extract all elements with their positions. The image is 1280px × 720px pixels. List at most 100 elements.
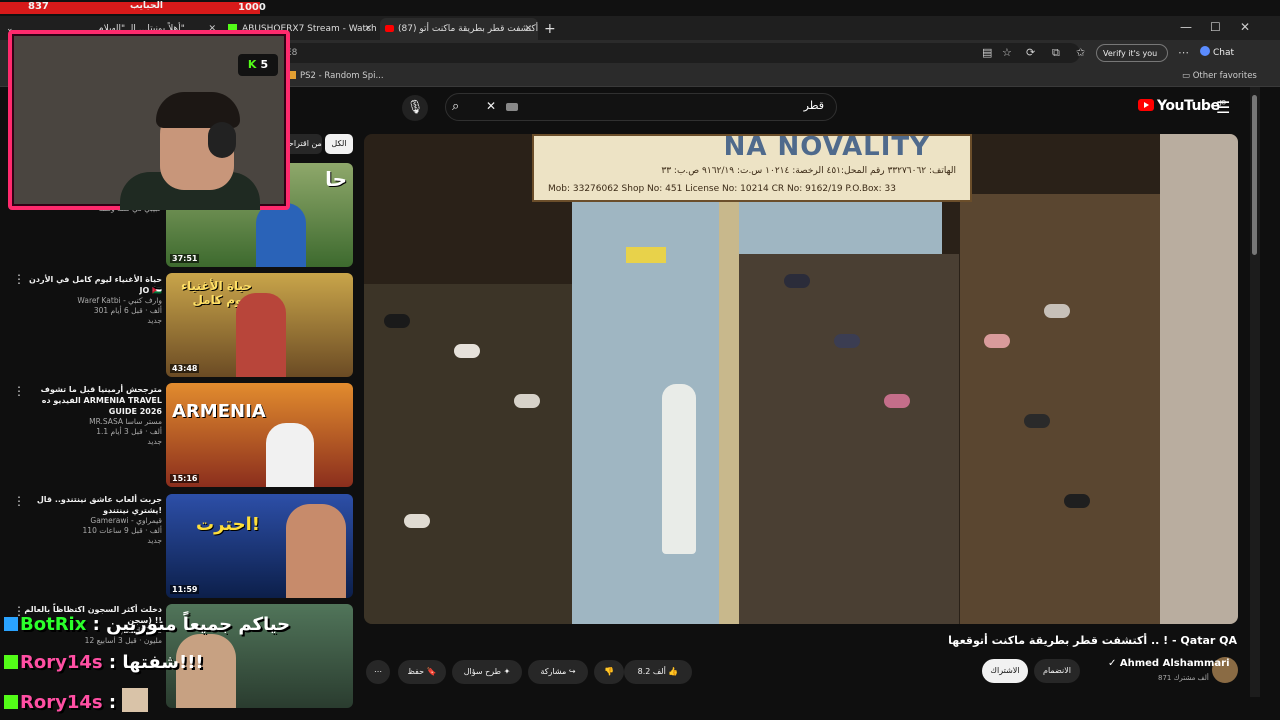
item-channel: Waref Katbi - وارف كتبي bbox=[77, 296, 162, 305]
person-in-thobe bbox=[662, 384, 696, 554]
video-title: أكتشفت قطر بطريقة ماكنت أتوقعها .. ! - Q… bbox=[948, 634, 1237, 647]
slipper bbox=[984, 334, 1010, 348]
verify-profile-button[interactable]: Verify it's you bbox=[1096, 44, 1168, 62]
address-bar[interactable]: E8 bbox=[280, 43, 1080, 63]
youtube-logo-text: YouTube bbox=[1157, 98, 1220, 114]
other-favorites-label: Other favorites bbox=[1192, 71, 1257, 81]
folder-icon: ▭ bbox=[1182, 71, 1193, 81]
new-badge: جديد bbox=[147, 437, 162, 446]
search-icon[interactable]: ⌕ bbox=[452, 99, 459, 114]
tab-3-close-icon[interactable]: ✕ bbox=[524, 18, 532, 40]
tab-3[interactable]: (87) أكتشفت قطر بطريقة ماكنت أتو...✕ bbox=[380, 18, 538, 40]
door-frame bbox=[719, 200, 739, 624]
chat-badge-icon bbox=[4, 695, 18, 709]
kick-logo-icon: K bbox=[247, 58, 257, 71]
chip-all[interactable]: الكل bbox=[325, 134, 353, 154]
duration-badge: 37:51 bbox=[170, 254, 200, 263]
channel-name-text: Ahmed Alshammari bbox=[1119, 658, 1230, 669]
chat-message-2: Rory14s : شفتها!!! bbox=[4, 652, 204, 673]
item-channel: Gamerawi - قيمراوي bbox=[90, 516, 162, 525]
thumbnail-2[interactable]: حياة الأغنياء ليوم كامل 43:48 bbox=[166, 273, 353, 377]
more-actions-icon[interactable]: ⋯ bbox=[366, 660, 390, 684]
subscribe-button[interactable]: الاشتراك bbox=[982, 659, 1028, 683]
voice-search-button[interactable]: 🎙 bbox=[402, 95, 428, 121]
thumbnail-4[interactable]: احترت! 11:59 bbox=[166, 494, 353, 598]
favorites-icon[interactable]: ✩ bbox=[1076, 46, 1085, 59]
thumbnail-1-text: حا bbox=[325, 167, 347, 191]
shop-sign-name: NA NOVALITY bbox=[723, 134, 930, 162]
bookmark-ps2[interactable]: PS2 - Random Spi... bbox=[288, 69, 384, 83]
favorite-star-icon[interactable]: ☆ bbox=[1002, 46, 1012, 59]
thumbs-down-icon: 👎 bbox=[604, 667, 614, 676]
split-screen-icon[interactable]: ⧉ bbox=[1052, 46, 1060, 60]
maximize-icon[interactable]: ☐ bbox=[1210, 16, 1221, 38]
thumbnail-person bbox=[256, 203, 306, 267]
chat-username: Rory14s bbox=[20, 652, 103, 673]
kick-count: 5 bbox=[260, 58, 269, 71]
slipper bbox=[454, 344, 480, 358]
copilot-chat-button[interactable]: Chat bbox=[1200, 46, 1234, 58]
subscriber-count: 871 ألف مشترك bbox=[1158, 674, 1209, 682]
shop-sign-arabic: الهاتف: ٣٣٢٧٦٠٦٢ رقم المحل:٤٥١ الرخصة: ١… bbox=[661, 166, 956, 176]
chat-message-1: BotRix : حياكم جميعاً منوريين bbox=[4, 614, 290, 635]
goal-label: الحبايب bbox=[130, 1, 163, 11]
chat-username: Rory14s bbox=[20, 692, 103, 713]
slipper-rack-left bbox=[364, 284, 574, 624]
keyboard-icon[interactable] bbox=[506, 103, 518, 111]
chat-badge-icon bbox=[4, 617, 18, 631]
verify-label: Verify it's you bbox=[1103, 49, 1158, 58]
thumbnail-person bbox=[286, 504, 346, 598]
sparkle-icon: ✦ bbox=[503, 667, 511, 676]
slipper bbox=[384, 314, 410, 328]
bookmark-icon: 🔖 bbox=[426, 667, 437, 676]
item-meta: 110 ألف · قبل 9 ساعات bbox=[82, 526, 162, 535]
list-item-3-text[interactable]: مترجحش أرمينيا قبل ما تشوف الفيديو ده AR… bbox=[24, 384, 162, 447]
dislike-button[interactable]: 👎 bbox=[594, 660, 624, 684]
more-menu-icon[interactable]: ⋯ bbox=[1178, 46, 1189, 59]
item-channel: MR.SASA مستر ساسا bbox=[89, 417, 162, 426]
minimize-icon[interactable]: — bbox=[1180, 16, 1192, 38]
page-scrollbar-thumb[interactable] bbox=[1252, 95, 1257, 255]
item-title: مترجحش أرمينيا قبل ما تشوف الفيديو ده AR… bbox=[40, 385, 162, 416]
clear-search-icon[interactable]: ✕ bbox=[486, 99, 496, 113]
ask-button[interactable]: طرح سؤال ✦ bbox=[452, 660, 522, 684]
like-count: 8.2 ألف bbox=[637, 667, 666, 676]
goal-target-count: 1000 bbox=[238, 2, 266, 13]
slipper bbox=[884, 394, 910, 408]
extensions-icon[interactable]: ⟳ bbox=[1026, 46, 1035, 59]
join-button[interactable]: الانضمام bbox=[1034, 659, 1080, 683]
youtube-logo[interactable]: YouTubeJO bbox=[1138, 98, 1226, 114]
search-box[interactable]: ⌕ ✕ قطر bbox=[445, 93, 837, 121]
share-button[interactable]: مشاركة ↪ bbox=[528, 660, 588, 684]
stream-goal-progress: 837 الحبايب bbox=[0, 1, 260, 14]
chat-text: : bbox=[108, 692, 117, 713]
reader-view-icon[interactable]: ▤ bbox=[982, 46, 992, 59]
menu-hamburger-icon[interactable]: ☰ bbox=[1216, 98, 1230, 117]
search-input[interactable]: قطر bbox=[804, 99, 824, 112]
list-item-2-text[interactable]: حياة الأغنياء ليوم كامل في الأردن JO 🇯🇴 … bbox=[24, 274, 162, 326]
new-tab-icon[interactable]: + bbox=[544, 18, 556, 40]
other-favorites[interactable]: ▭ Other favorites bbox=[1182, 69, 1257, 83]
chat-text: : شفتها!!! bbox=[108, 652, 204, 673]
chat-badge-icon bbox=[4, 655, 18, 669]
video-player[interactable]: NA NOVALITY الهاتف: ٣٣٢٧٦٠٦٢ رقم المحل:٤… bbox=[364, 134, 1238, 624]
thumbs-up-icon: 👍 bbox=[668, 667, 679, 676]
tab-2-close-icon[interactable]: ✕ bbox=[364, 18, 372, 40]
chat-username: BotRix bbox=[20, 614, 87, 635]
youtube-favicon-icon bbox=[385, 25, 394, 32]
list-item-4-text[interactable]: جربت ألعاب عاشق نينتندو.. قال يشتري نينت… bbox=[24, 494, 162, 546]
channel-name[interactable]: ✓ Ahmed Alshammari bbox=[1108, 658, 1230, 669]
item-meta: 1.1 ألف · قبل 3 أيام bbox=[96, 427, 162, 436]
door-sticker bbox=[626, 247, 666, 263]
like-button[interactable]: 8.2 ألف 👍 bbox=[624, 660, 692, 684]
ask-label: طرح سؤال bbox=[463, 667, 502, 676]
duration-badge: 15:16 bbox=[170, 474, 200, 483]
close-window-icon[interactable]: ✕ bbox=[1240, 16, 1250, 38]
youtube-play-icon bbox=[1138, 99, 1154, 111]
share-label: مشاركة bbox=[540, 667, 567, 676]
chat-message-3: Rory14s : bbox=[4, 688, 149, 713]
thumbnail-3[interactable]: ARMENIA 15:16 bbox=[166, 383, 353, 487]
shop-sign: NA NOVALITY الهاتف: ٣٣٢٧٦٠٦٢ رقم المحل:٤… bbox=[532, 134, 972, 202]
save-button[interactable]: حفظ 🔖 bbox=[398, 660, 446, 684]
kick-viewer-badge: K5 bbox=[238, 54, 278, 76]
